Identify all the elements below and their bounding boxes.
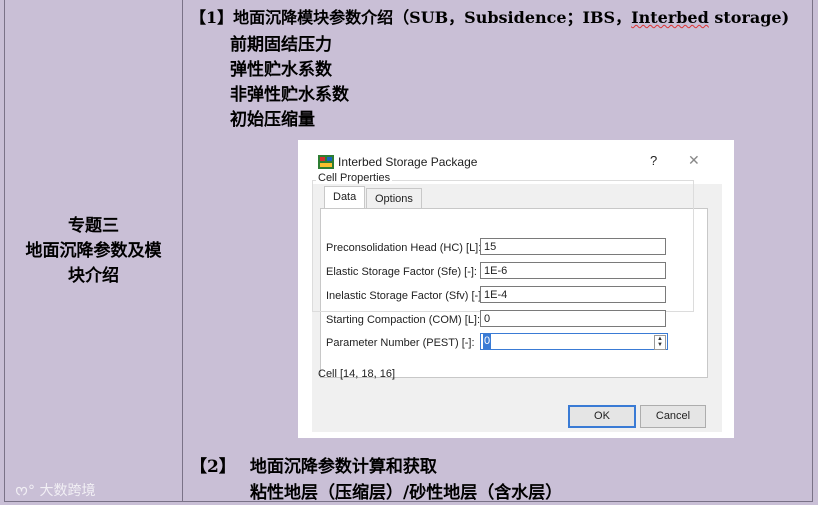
watermark-text: 大数跨境 <box>39 483 96 499</box>
section-2-number: 【2】 <box>190 457 236 477</box>
pest-value[interactable]: 0 <box>483 334 492 349</box>
com-input[interactable]: 0 <box>480 310 666 327</box>
dialog-title: Interbed Storage Package <box>338 155 478 169</box>
pest-label: Parameter Number (PEST) [-]: <box>326 337 475 349</box>
interbed-storage-dialog: Interbed Storage Package ? ✕ Data Option… <box>298 140 734 438</box>
heading-suffix: storage) <box>708 8 790 27</box>
help-button[interactable]: ? <box>650 153 657 168</box>
sfe-input[interactable]: 1E-6 <box>480 262 666 279</box>
package-icon <box>318 155 334 169</box>
param-item: 非弹性贮水系数 <box>230 85 349 105</box>
topic-cell: 专题三 地面沉降参数及模 块介绍 ᰔ° 大数跨境 <box>4 0 183 502</box>
group-label: Cell Properties <box>316 172 393 184</box>
param-item: 前期固结压力 <box>230 35 332 55</box>
section-1-heading: 【1】地面沉降模块参数介绍（SUB，Subsidence；IBS，Interbe… <box>190 4 789 28</box>
watermark-logo: ᰔ° 大数跨境 <box>15 480 96 502</box>
section-2-title: 地面沉降参数计算和获取 <box>249 457 437 477</box>
topic-line: 块介绍 <box>68 266 119 286</box>
heading-underlined-word: Interbed <box>631 8 709 27</box>
spinner-arrows-icon[interactable]: ▲ ▼ <box>654 335 666 350</box>
watermark-icon: ᰔ° <box>15 483 36 499</box>
topic-line: 地面沉降参数及模 <box>25 241 162 261</box>
topic-title: 专题三 地面沉降参数及模 块介绍 <box>5 214 182 289</box>
com-label: Starting Compaction (COM) [L]: <box>326 314 481 326</box>
hc-input[interactable]: 15 <box>480 238 666 255</box>
cancel-button[interactable]: Cancel <box>640 405 706 428</box>
param-item: 弹性贮水系数 <box>230 60 332 80</box>
topic-line: 专题三 <box>68 216 119 236</box>
pest-spinner[interactable]: 0 ▲ ▼ <box>480 333 668 350</box>
section-2-heading: 【2】 地面沉降参数计算和获取 <box>190 452 437 477</box>
sfv-label: Inelastic Storage Factor (Sfv) [-]: <box>326 290 485 302</box>
section-2-subtitle: 粘性地层（压缩层）/砂性地层（含水层） <box>250 483 563 503</box>
cell-indicator: Cell [14, 18, 16] <box>318 368 396 380</box>
hc-label: Preconsolidation Head (HC) [L]: <box>326 242 482 254</box>
sfe-label: Elastic Storage Factor (Sfe) [-]: <box>326 266 477 278</box>
ok-button[interactable]: OK <box>568 405 636 428</box>
sfv-input[interactable]: 1E-4 <box>480 286 666 303</box>
param-item: 初始压缩量 <box>230 110 315 130</box>
close-button[interactable]: ✕ <box>688 152 700 169</box>
heading-prefix: 【1】地面沉降模块参数介绍（SUB，Subsidence；IBS， <box>190 8 632 27</box>
